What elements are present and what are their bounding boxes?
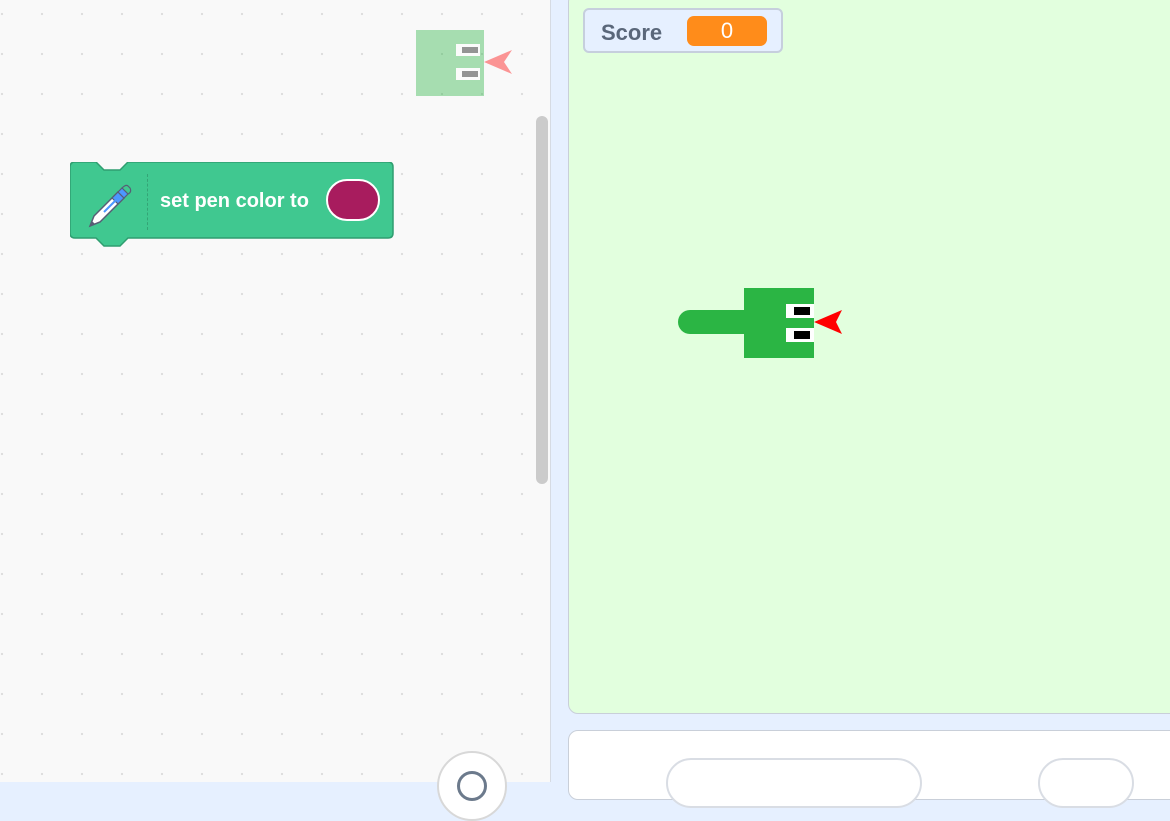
monitor-label: Score: [601, 20, 663, 45]
code-area-divider: [550, 0, 551, 782]
set-pen-color-block[interactable]: set pen color to: [70, 162, 395, 252]
score-monitor[interactable]: Score 0: [583, 8, 783, 53]
pen-color-input[interactable]: [326, 179, 380, 221]
snake-sprite-icon: [678, 288, 842, 358]
monitor-value: 0: [687, 16, 767, 46]
sprite-name-field[interactable]: [666, 758, 922, 808]
zoom-button[interactable]: [437, 751, 507, 821]
sprite-thumbnail: [416, 30, 516, 96]
pen-icon: [84, 182, 134, 230]
zoom-in-icon: [457, 771, 487, 801]
code-area[interactable]: set pen color to: [0, 0, 550, 821]
stage[interactable]: [568, 0, 1170, 714]
snake-thumbnail-icon: [416, 30, 512, 96]
block-divider: [147, 174, 148, 230]
sprite-size-field[interactable]: [1038, 758, 1134, 808]
snake-sprite[interactable]: [676, 286, 846, 360]
code-area-scrollbar[interactable]: [536, 116, 548, 484]
block-label: set pen color to: [160, 190, 309, 212]
